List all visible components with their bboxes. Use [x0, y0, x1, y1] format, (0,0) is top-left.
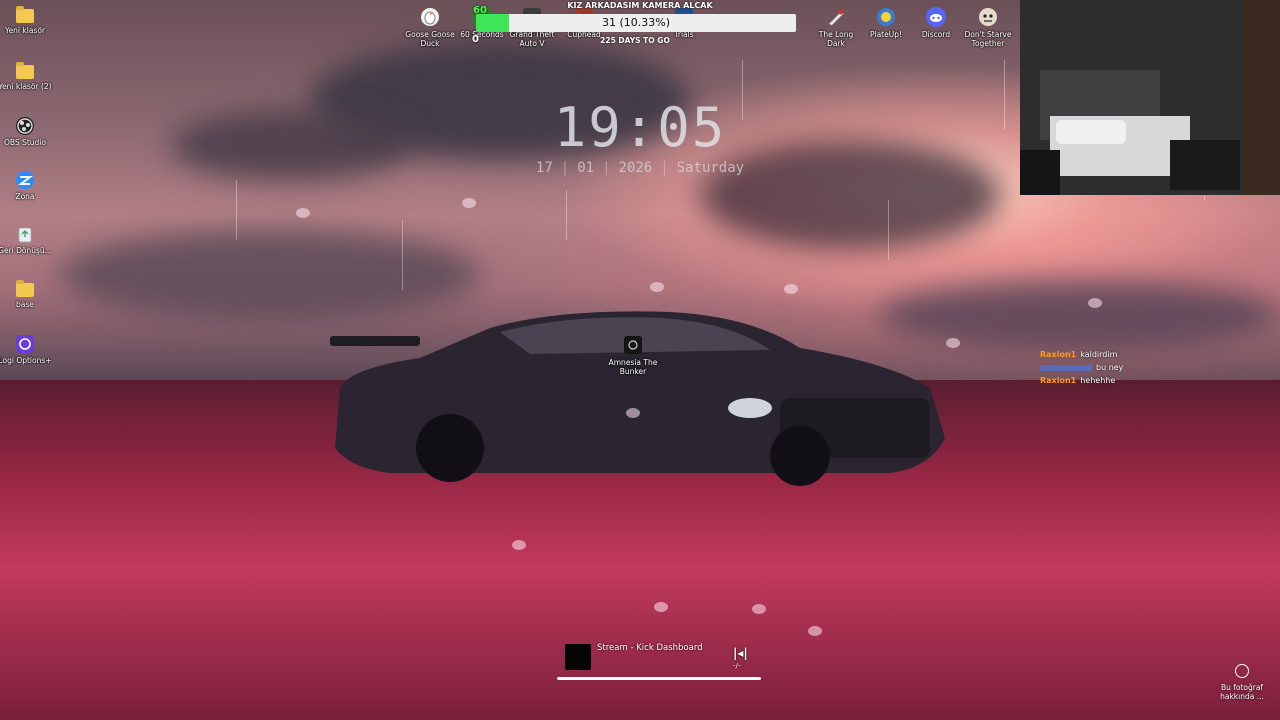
desktop-icon-zona[interactable]: Zona [0, 170, 52, 201]
dont-starve-icon [979, 8, 997, 26]
clock-date: 17 | 01 | 2026 | Saturday [470, 160, 810, 176]
obs-icon [16, 117, 34, 135]
spotlight-info-button[interactable]: Bu fotoğraf hakkında ... [1212, 664, 1272, 701]
chat-text: kaldirdim [1080, 350, 1118, 359]
desktop-icon-obs-studio[interactable]: OBS Studio [0, 116, 52, 147]
chat-text: hehehhe [1080, 376, 1116, 385]
petal [808, 626, 822, 636]
petal [626, 408, 640, 418]
petal [654, 602, 668, 612]
camera-icon [1235, 664, 1249, 678]
folder-icon [16, 6, 34, 23]
media-progress-bar[interactable] [557, 677, 761, 680]
folder-icon [16, 62, 34, 79]
petal [752, 604, 766, 614]
chat-username: Raxion1 [1040, 376, 1077, 385]
petal [784, 284, 798, 294]
recycle-bin-icon [18, 227, 32, 243]
goal-days-remaining: 225 DAYS TO GO [600, 36, 670, 45]
chat-text: bu ney [1096, 363, 1124, 372]
webcam-feed [1020, 0, 1280, 195]
desktop-icon-amnesia-the-bunker[interactable]: Amnesia The Bunker [606, 334, 660, 376]
clock-weekday: Saturday [676, 160, 745, 176]
desktop-icon-logi-options[interactable]: Logi Options+ [0, 334, 52, 365]
desktop-icon-label: base [16, 300, 34, 309]
desktop-icon-label: PlateUp! [869, 30, 902, 39]
chat-username [1040, 364, 1092, 371]
desktop-icon-base[interactable]: base [0, 280, 52, 309]
folder-icon [16, 280, 34, 297]
desktop-icon-label: Geri Dönüşü... [0, 246, 52, 255]
zona-icon [16, 171, 34, 189]
desktop-icon-dont-starve-together[interactable]: Don't Starve Together [962, 6, 1014, 48]
desktop-icon-plateup[interactable]: PlateUp! [860, 6, 912, 39]
rain-streak [888, 200, 889, 260]
desktop-icon-label: Grand Theft Auto V [509, 30, 555, 48]
desktop-icon-recycle-bin[interactable]: Geri Dönüşü... [0, 224, 52, 255]
desktop-icon-the-long-dark[interactable]: The Long Dark [810, 6, 862, 48]
petal [1088, 298, 1102, 308]
chat-username: Raxion1 [1040, 350, 1077, 359]
clock-year: 2026 [618, 160, 653, 176]
desktop-icon-label: Amnesia The Bunker [608, 358, 658, 376]
desktop-icon-label: The Long Dark [818, 30, 854, 48]
media-title: Stream - Kick Dashboard [597, 643, 703, 653]
goal-title: KIZ ARKADASIM KAMERA ALCAK [567, 1, 713, 10]
desktop-icon-label: OBS Studio [4, 138, 46, 147]
desktop-icon-goose-goose-duck[interactable]: Goose Goose Duck [404, 6, 456, 48]
goose-icon [421, 8, 439, 26]
petal [462, 198, 476, 208]
goal-start-value: 0 [472, 34, 479, 45]
clock-day: 17 [535, 160, 553, 176]
cloud [170, 110, 410, 180]
rain-streak [236, 180, 237, 240]
discord-icon [926, 7, 946, 27]
chat-message: bu ney [1040, 361, 1240, 374]
rain-streak [1004, 60, 1005, 130]
date-separator: | [602, 160, 611, 176]
desktop-icon-yeni-klasor[interactable]: Yeni klasör [0, 6, 52, 35]
petal [296, 208, 310, 218]
desktop-icon-label: Yeni klasör (2) [0, 82, 52, 91]
plateup-icon [877, 8, 895, 26]
desktop-icon-label: Discord [921, 30, 951, 39]
spotlight-label: Bu fotoğraf hakkında ... [1220, 683, 1264, 701]
date-separator: | [660, 160, 669, 176]
desktop-icon-label: Don't Starve Together [964, 30, 1012, 48]
date-separator: | [560, 160, 570, 176]
stream-chat: Raxion1 kaldirdim bu ney Raxion1 hehehhe [1040, 348, 1240, 387]
petal [946, 338, 960, 348]
media-thumbnail [565, 644, 591, 670]
rain-streak [566, 190, 567, 240]
petal [512, 540, 526, 550]
desktop-icon-label: Zona [15, 192, 35, 201]
desktop-icon-discord[interactable]: Discord [910, 6, 962, 39]
clock-month: 01 [577, 160, 595, 176]
media-time: -/- [733, 662, 741, 670]
webcam-room-image [1020, 0, 1280, 195]
media-control-button[interactable]: |◂| [733, 646, 748, 660]
clock-time: 19:05 [553, 96, 727, 159]
goal-progress-text: 31 (10.33%) [601, 16, 671, 29]
cloud [60, 230, 480, 320]
chat-message: Raxion1 hehehhe [1040, 374, 1240, 387]
amnesia-icon [624, 336, 642, 354]
desktop-icon-label: Goose Goose Duck [405, 30, 455, 48]
goal-progress-bar: 31 (10.33%) [476, 14, 796, 32]
desktop-icon-yeni-klasor-2[interactable]: Yeni klasör (2) [0, 62, 52, 91]
rain-streak [402, 220, 403, 290]
petal [650, 282, 664, 292]
desktop-icon-label: Yeni klasör [4, 26, 46, 35]
game-icon [829, 9, 844, 25]
desktop-icon-label: Logi Options+ [0, 356, 52, 365]
chat-message: Raxion1 kaldirdim [1040, 348, 1240, 361]
media-widget[interactable]: Stream - Kick Dashboard |◂| -/- [557, 640, 761, 682]
logi-icon [16, 335, 34, 353]
